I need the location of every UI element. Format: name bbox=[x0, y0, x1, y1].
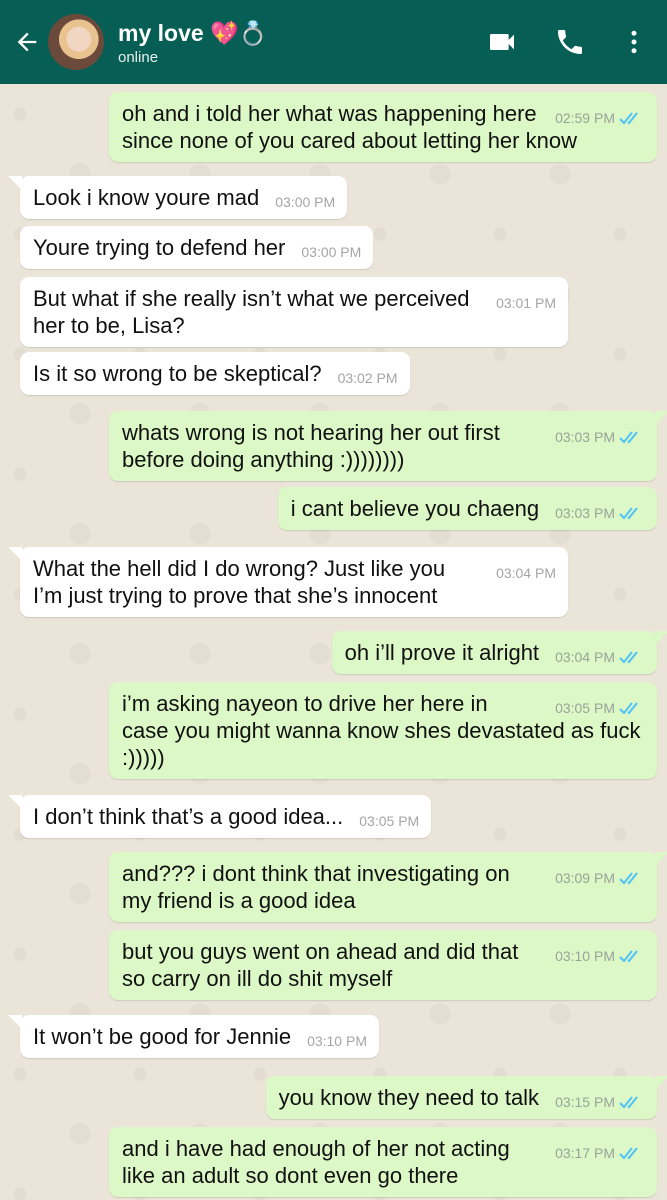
read-receipt-icon bbox=[619, 950, 638, 963]
read-receipt-icon bbox=[619, 1147, 638, 1160]
message-list[interactable]: 02:59 PM oh and i told her what was happe… bbox=[0, 84, 667, 1200]
video-call-button[interactable] bbox=[479, 19, 525, 65]
video-call-icon bbox=[490, 34, 514, 50]
read-receipt-icon bbox=[619, 1096, 638, 1109]
incoming-message[interactable]: 03:02 PM Is it so wrong to be skeptical? bbox=[20, 352, 410, 395]
message-time: 03:00 PM bbox=[275, 194, 336, 210]
message-time: 03:10 PM bbox=[555, 948, 615, 964]
message-text: whats wrong is not hearing her out first… bbox=[122, 420, 500, 472]
read-receipt-icon bbox=[619, 872, 638, 885]
read-receipt-icon bbox=[619, 702, 638, 715]
outgoing-message[interactable]: 03:05 PM i’m asking nayeon to drive her h… bbox=[109, 682, 657, 779]
message-text: Look i know youre mad bbox=[33, 185, 260, 210]
phone-icon bbox=[558, 30, 582, 54]
message-time: 03:05 PM bbox=[555, 700, 615, 716]
message-text: but you guys went on ahead and did that … bbox=[122, 939, 519, 991]
contact-status: online bbox=[118, 48, 159, 66]
message-text: But what if she really isn’t what we per… bbox=[33, 286, 470, 338]
message-text: and??? i dont think that investigating o… bbox=[122, 861, 510, 913]
back-button[interactable] bbox=[10, 25, 44, 59]
message-meta: 03:00 PM bbox=[275, 194, 335, 210]
voice-call-button[interactable] bbox=[547, 19, 593, 65]
message-meta: 03:17 PM bbox=[555, 1145, 645, 1161]
outgoing-message[interactable]: 03:03 PM i cant believe you chaeng bbox=[277, 487, 657, 530]
message-time: 03:03 PM bbox=[555, 429, 615, 445]
message-text: oh and i told her what was happening her… bbox=[122, 101, 577, 153]
read-receipt-icon bbox=[619, 431, 638, 444]
outgoing-message[interactable]: 03:17 PM and i have had enough of her not… bbox=[109, 1127, 657, 1197]
message-time: 03:09 PM bbox=[555, 870, 615, 886]
avatar[interactable] bbox=[48, 14, 104, 70]
contact-info[interactable]: my love 💖💍 online bbox=[118, 19, 479, 66]
arrow-left-icon bbox=[17, 32, 37, 52]
message-meta: 03:01 PM bbox=[496, 295, 556, 311]
message-meta: 03:10 PM bbox=[307, 1033, 367, 1049]
contact-name: my love 💖💍 bbox=[118, 19, 268, 46]
message-text: i cant believe you chaeng bbox=[290, 496, 540, 521]
message-time: 03:00 PM bbox=[301, 244, 362, 260]
message-text: What the hell did I do wrong? Just like … bbox=[33, 556, 446, 608]
incoming-message[interactable]: 03:05 PM I don’t think that’s a good idea… bbox=[7, 795, 432, 838]
more-vert-icon bbox=[631, 30, 637, 54]
message-time: 03:17 PM bbox=[555, 1145, 615, 1161]
message-text: Youre trying to defend her bbox=[33, 235, 286, 260]
message-meta: 03:04 PM bbox=[496, 565, 556, 581]
incoming-message[interactable]: 03:04 PM What the hell did I do wrong? Ju… bbox=[8, 547, 568, 617]
message-text: you know they need to talk bbox=[278, 1085, 540, 1110]
message-text: and i have had enough of her not acting … bbox=[122, 1136, 510, 1188]
message-meta: 03:03 PM bbox=[555, 505, 645, 521]
message-time: 03:03 PM bbox=[555, 505, 615, 521]
outgoing-message[interactable]: 03:03 PM whats wrong is not hearing her o… bbox=[109, 411, 667, 481]
outgoing-message[interactable]: 03:09 PM and??? i dont think that investi… bbox=[109, 852, 667, 922]
outgoing-message[interactable]: 03:10 PM but you guys went on ahead and d… bbox=[109, 930, 657, 1000]
message-time: 03:10 PM bbox=[307, 1033, 367, 1049]
message-text: I don’t think that’s a good idea... bbox=[33, 804, 344, 829]
outgoing-message[interactable]: 03:15 PM you know they need to talk bbox=[265, 1076, 667, 1119]
chat-header: my love 💖💍 online bbox=[0, 0, 667, 84]
message-meta: 03:05 PM bbox=[555, 700, 645, 716]
read-receipt-icon bbox=[619, 651, 638, 664]
message-meta: 03:03 PM bbox=[555, 429, 645, 445]
message-meta: 03:09 PM bbox=[555, 870, 645, 886]
message-meta: 03:15 PM bbox=[555, 1094, 645, 1110]
message-time: 03:05 PM bbox=[359, 813, 420, 829]
message-text: It won’t be good for Jennie bbox=[33, 1024, 292, 1049]
message-text: oh i’ll prove it alright bbox=[344, 640, 540, 665]
incoming-message[interactable]: 03:10 PM It won’t be good for Jennie bbox=[8, 1015, 379, 1058]
message-meta: 03:05 PM bbox=[359, 813, 419, 829]
read-receipt-icon bbox=[619, 507, 638, 520]
message-time: 02:59 PM bbox=[555, 110, 615, 126]
message-time: 03:01 PM bbox=[496, 295, 556, 311]
incoming-message[interactable]: 03:00 PM Youre trying to defend her bbox=[20, 226, 374, 269]
message-meta: 02:59 PM bbox=[555, 110, 645, 126]
message-meta: 03:00 PM bbox=[301, 244, 361, 260]
message-meta: 03:02 PM bbox=[338, 370, 398, 386]
read-receipt-icon bbox=[619, 112, 638, 125]
more-options-button[interactable] bbox=[611, 19, 657, 65]
message-text: Is it so wrong to be skeptical? bbox=[33, 361, 322, 386]
incoming-message[interactable]: 03:00 PM Look i know youre mad bbox=[7, 176, 348, 219]
message-meta: 03:04 PM bbox=[555, 649, 645, 665]
message-time: 03:15 PM bbox=[555, 1094, 615, 1110]
incoming-message[interactable]: 03:01 PM But what if she really isn’t wha… bbox=[20, 277, 568, 347]
message-time: 03:02 PM bbox=[337, 370, 398, 386]
outgoing-message[interactable]: 02:59 PM oh and i told her what was happe… bbox=[109, 92, 657, 162]
message-time: 03:04 PM bbox=[496, 565, 556, 581]
outgoing-message[interactable]: 03:04 PM oh i’ll prove it alright bbox=[331, 631, 667, 674]
message-meta: 03:10 PM bbox=[555, 948, 645, 964]
message-time: 03:04 PM bbox=[555, 649, 615, 665]
